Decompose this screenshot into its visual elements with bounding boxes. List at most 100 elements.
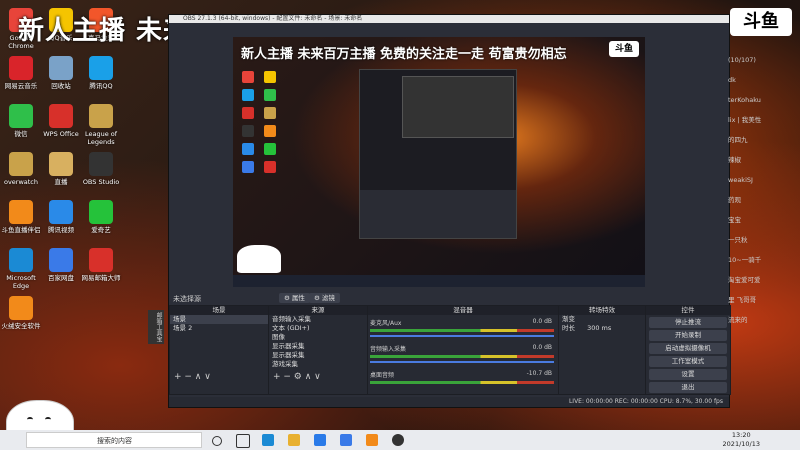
desktop-icon[interactable]: 斗鱼直播伴侣: [0, 200, 42, 234]
preview-nested-obs-inner: [402, 76, 514, 138]
source-item[interactable]: 文本 (GDI+): [269, 324, 367, 333]
desktop-icon[interactable]: OBS Studio: [80, 152, 122, 186]
desktop-icon[interactable]: 网易云音乐: [0, 56, 42, 90]
sources-toolbar[interactable]: + − ⚙ ∧ ∨: [273, 372, 321, 382]
store-icon[interactable]: [314, 434, 326, 446]
preview-desktop-icons: [237, 69, 297, 177]
desktop-icon[interactable]: 爱奇艺: [80, 200, 122, 234]
app-icon: [49, 248, 73, 272]
desktop-icon[interactable]: Microsoft Edge: [0, 248, 42, 290]
cortana-icon[interactable]: [212, 436, 222, 446]
volume-slider[interactable]: [370, 335, 554, 337]
source-item[interactable]: 游戏采集: [269, 360, 367, 369]
task-view-icon[interactable]: [236, 434, 250, 448]
app-icon: [9, 248, 33, 272]
desktop-icon[interactable]: 百家网盘: [40, 248, 82, 282]
douyu-logo: 斗鱼: [730, 8, 792, 36]
source-item[interactable]: 图像: [269, 333, 367, 342]
search-placeholder: 搜索的内容: [97, 437, 132, 445]
desktop-icon[interactable]: overwatch: [0, 152, 42, 186]
scene-item[interactable]: 场景: [170, 315, 268, 324]
properties-button[interactable]: ⚙ 属性: [279, 293, 310, 303]
app-icon: [49, 104, 73, 128]
clock-date: 2021/10/13: [722, 440, 760, 448]
edge-icon[interactable]: [262, 434, 274, 446]
studio-mode-button[interactable]: 工作室模式: [649, 356, 727, 367]
source-item[interactable]: 显示器采集: [269, 342, 367, 351]
mixer-channel[interactable]: 麦克风/Aux 0.0 dB: [370, 318, 554, 337]
obs-icon[interactable]: [392, 434, 404, 446]
volume-meter: [370, 381, 554, 384]
transitions-panel-title: 转场特效: [559, 306, 645, 315]
obs-preview[interactable]: 新人主播 未来百万主播 免费的关注走一走 苟富贵勿相忘 斗鱼: [233, 37, 645, 287]
sources-panel-title: 来源: [269, 306, 367, 315]
desktop-icon[interactable]: 腾讯视频: [40, 200, 82, 234]
preview-mascot: [237, 245, 281, 273]
obs-window[interactable]: OBS 27.1.3 (64-bit, windows) - 配置文件: 未命名…: [168, 14, 731, 408]
desktop-icon-label: 腾讯视频: [48, 226, 74, 234]
mixer-channel[interactable]: 音频输入采集 0.0 dB: [370, 344, 554, 363]
source-item[interactable]: 显示器采集: [269, 351, 367, 360]
preview-nested-obs: [359, 69, 517, 239]
controls-panel-title: 控件: [646, 306, 730, 315]
desktop-icon-label: 百家网盘: [48, 274, 74, 282]
taskbar-search-box[interactable]: 搜索的内容: [26, 432, 202, 448]
desktop-icon-grid: Google Chrome QQ音乐 喜马拉雅 网易云音乐 回收站 腾讯QQ 微信 WPS O…: [0, 0, 165, 350]
desktop-icon-label: WPS Office: [43, 130, 79, 138]
preview-nested-mixer: [360, 190, 516, 238]
app-icon: [89, 200, 113, 224]
chat-line: 淘宝爱可爱: [728, 276, 761, 284]
volume-slider[interactable]: [370, 361, 554, 363]
transition-duration-row[interactable]: 时长 300 ms: [559, 324, 645, 333]
source-item[interactable]: 音频输入采集: [269, 315, 367, 324]
desktop-icon-label: OBS Studio: [82, 178, 120, 186]
desktop-icon[interactable]: 直播: [40, 152, 82, 186]
exit-button[interactable]: 退出: [649, 382, 727, 393]
app-icon: [89, 104, 113, 128]
preview-taskbar: [233, 275, 645, 287]
obs-menubar[interactable]: [169, 23, 729, 30]
desktop-icon-label: 腾讯QQ: [89, 82, 113, 90]
stop-streaming-button[interactable]: 停止推流: [649, 317, 727, 328]
chat-line: 辣椒: [728, 156, 741, 164]
virtual-camera-button[interactable]: 启动虚拟摄像机: [649, 343, 727, 354]
app-icon: [89, 56, 113, 80]
desktop-icon[interactable]: 火绒安全软件: [0, 296, 42, 330]
desktop-icon-label: League of Legends: [84, 130, 118, 146]
settings-button[interactable]: 设置: [649, 369, 727, 380]
volume-meter: [370, 355, 554, 358]
desktop-icon-label: 微信: [14, 130, 28, 138]
mixer-channel[interactable]: 桌面音频 -10.7 dB: [370, 370, 554, 384]
mixer-channel-name: 音频输入采集: [370, 346, 407, 353]
transition-type-select[interactable]: 渐变: [559, 315, 645, 324]
desktop-icon[interactable]: 网易邮箱大师: [80, 248, 122, 282]
desktop-icon[interactable]: 腾讯QQ: [80, 56, 122, 90]
duration-value: 300 ms: [587, 324, 612, 332]
preview-banner-text: 新人主播 未来百万主播 免费的关注走一走 苟富贵勿相忘: [241, 47, 567, 62]
scene-item[interactable]: 场景 2: [170, 324, 268, 333]
douyu-companion-icon[interactable]: [366, 434, 378, 446]
filters-button[interactable]: ⚙ 滤镜: [309, 293, 340, 303]
system-clock[interactable]: 13:20 2021/10/13: [723, 431, 760, 449]
desktop-icon-label: 网易邮箱大师: [81, 274, 121, 282]
mixer-channel-db: 0.0 dB: [532, 318, 552, 325]
desktop-icon-label: 斗鱼直播伴侣: [1, 226, 41, 234]
desktop-icon[interactable]: 回收站: [40, 56, 82, 90]
scenes-toolbar[interactable]: + − ∧ ∨: [174, 372, 211, 382]
chat-line: weakiSJ: [728, 176, 753, 184]
desktop-icon[interactable]: WPS Office: [40, 104, 82, 138]
file-explorer-icon[interactable]: [288, 434, 300, 446]
desktop-icon-label: 回收站: [51, 82, 71, 90]
transitions-panel: 转场特效 渐变 时长 300 ms: [558, 305, 646, 395]
app-icon: [89, 248, 113, 272]
desktop-icon[interactable]: 微信: [0, 104, 42, 138]
start-recording-button[interactable]: 开始录制: [649, 330, 727, 341]
mail-icon[interactable]: [340, 434, 352, 446]
chat-panel: (10/107) dk terKohaku lix | 我美性 的四九 辣椒 weakiSJ…: [728, 50, 800, 380]
desktop-icon-label: 网易云音乐: [4, 82, 38, 90]
side-tool-label[interactable]: 邮箱工具宝: [148, 310, 164, 344]
scenes-panel-title: 场景: [170, 306, 268, 315]
mixer-channel-db: -10.7 dB: [526, 370, 552, 377]
desktop-icon[interactable]: League of Legends: [80, 104, 122, 146]
chat-line: 流来的: [728, 316, 748, 324]
